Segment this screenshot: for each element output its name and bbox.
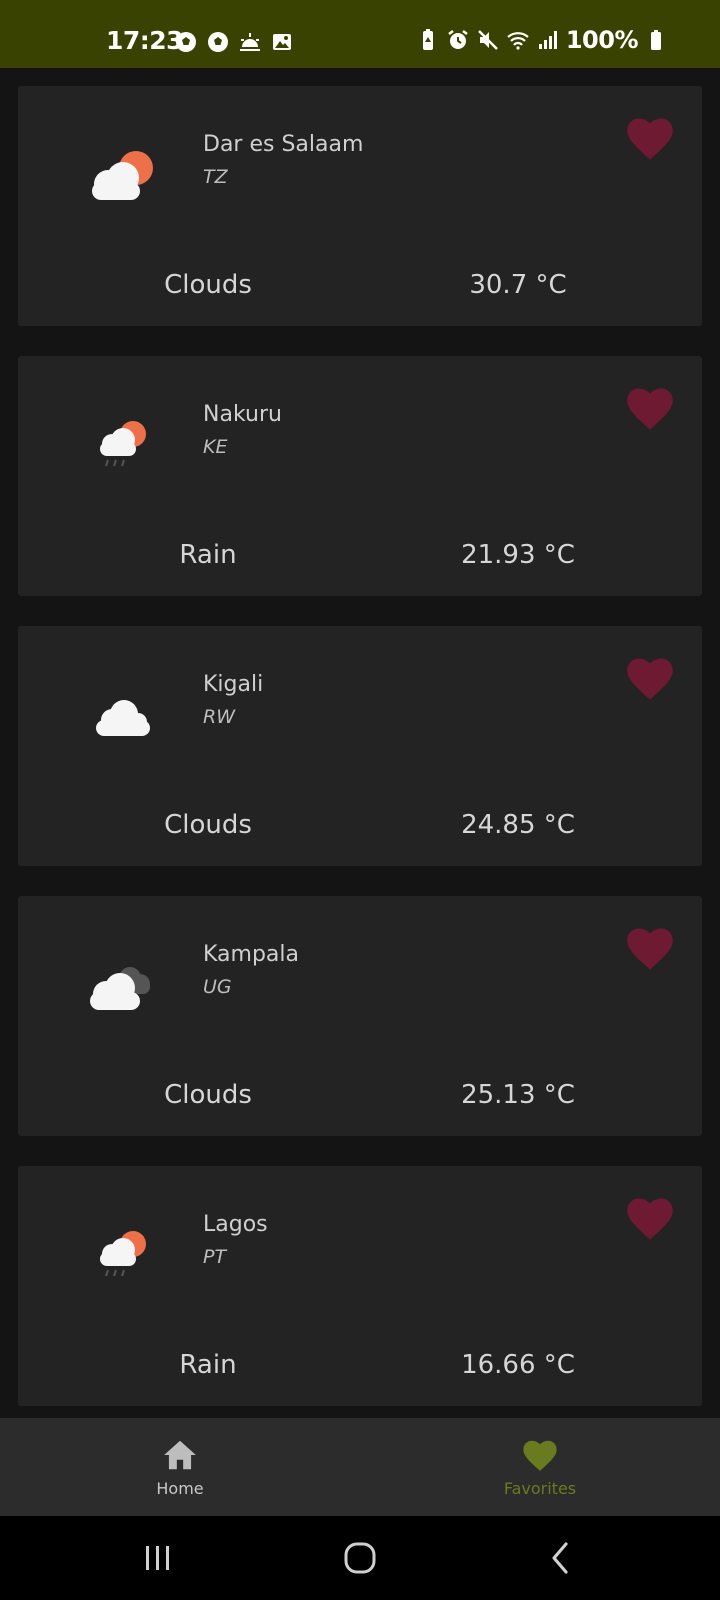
city-card[interactable]: Lagos PT Rain 16.66 °C [18,1166,702,1406]
temperature: 30.7 °C [469,270,567,300]
country-code: PT [203,1246,227,1268]
favorites-list[interactable]: Dar es Salaam TZ Clouds 30.7 °C Nakuru K… [0,68,720,1418]
country-code: TZ [203,166,228,188]
home-circle-icon[interactable] [338,1540,382,1576]
cloud-icon [96,700,150,736]
system-navigation-bar [0,1516,720,1600]
sun-behind-cloud-icon [92,151,153,200]
status-system-icons: 100% [416,26,668,54]
battery-percent: 100% [565,26,639,54]
city-name: Nakuru [203,402,282,427]
recents-icon[interactable] [136,1540,180,1576]
status-time: 17:23 [106,26,184,55]
country-code: UG [203,976,232,998]
image-icon [273,34,291,50]
nav-favorites[interactable]: Favorites [360,1418,720,1516]
heart-icon[interactable] [624,114,676,162]
nav-favorites-label: Favorites [503,1478,577,1498]
weather-condition: Clouds [164,270,252,300]
city-card[interactable]: Dar es Salaam TZ Clouds 30.7 °C [18,86,702,326]
status-bar: 17:23 100% [0,0,720,68]
nav-home[interactable]: Home [0,1418,360,1516]
weather-condition: Rain [179,1350,237,1380]
weather-condition: Rain [179,540,237,570]
city-card[interactable]: Kampala UG Clouds 25.13 °C [18,896,702,1136]
temperature: 24.85 °C [461,810,575,840]
city-card[interactable]: Nakuru KE Rain 21.93 °C [18,356,702,596]
mute-icon [477,30,498,50]
country-code: RW [203,706,235,728]
back-icon[interactable] [540,1540,584,1576]
heart-icon [523,1440,557,1471]
city-name: Dar es Salaam [203,132,364,157]
city-name: Lagos [203,1212,268,1237]
sunrise-icon [240,33,260,51]
rain-sun-cloud-icon [100,421,146,467]
heart-icon[interactable] [624,384,676,432]
city-card[interactable]: Kigali RW Clouds 24.85 °C [18,626,702,866]
bottom-navigation: Home Favorites [0,1418,720,1516]
weather-condition: Clouds [164,1080,252,1110]
dark-clouds-icon [90,967,150,1010]
heart-icon[interactable] [624,924,676,972]
wifi-icon [507,32,529,50]
temperature: 21.93 °C [461,540,575,570]
weather-condition: Clouds [164,810,252,840]
heart-icon[interactable] [624,654,676,702]
temperature: 16.66 °C [461,1350,575,1380]
country-code: KE [203,436,228,458]
battery-icon [651,30,661,50]
home-icon [164,1440,196,1469]
heart-icon[interactable] [624,1194,676,1242]
signal-icon [538,31,557,49]
city-name: Kigali [203,672,264,697]
temperature: 25.13 °C [461,1080,575,1110]
nav-home-label: Home [156,1478,204,1498]
soccer-ball-icon [208,32,228,52]
battery-saver-icon [422,29,433,50]
soccer-ball-icon [176,32,196,52]
rain-sun-cloud-icon [100,1231,146,1277]
alarm-icon [448,30,468,49]
status-notification-icons [174,30,294,54]
city-name: Kampala [203,942,299,967]
